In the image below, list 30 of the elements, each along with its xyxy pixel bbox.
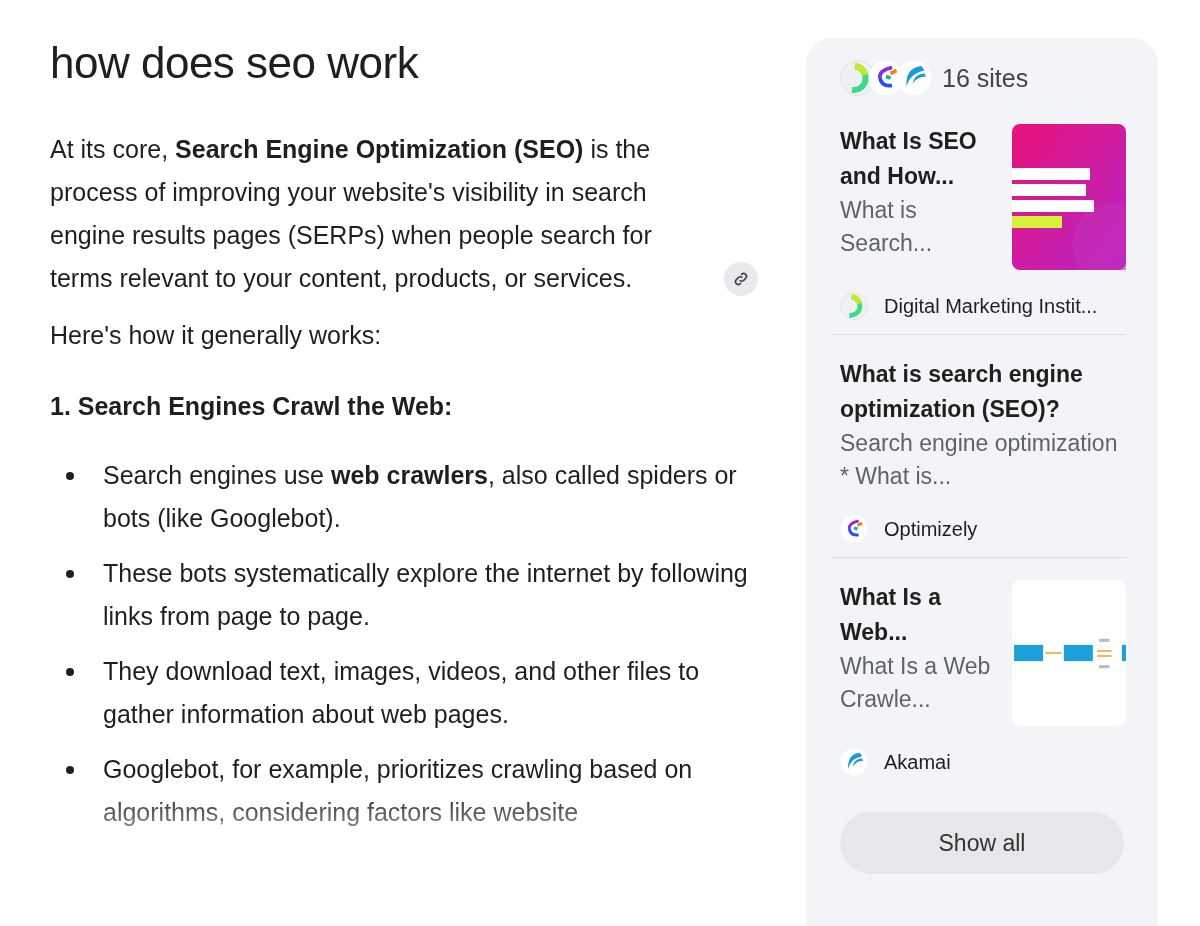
bullet-dot-icon xyxy=(66,570,74,578)
source-site-name: Akamai xyxy=(884,750,951,774)
source-snippet: What Is a Web Crawle... xyxy=(840,652,992,714)
source-snippet: Search engine optimization * What is... xyxy=(840,429,1119,491)
source-card[interactable]: What Is a Web... What Is a Web Crawle... Akamai xyxy=(832,580,1126,790)
bullet-text: They download text, images, videos, and other files to gather information about web pages. xyxy=(103,656,701,730)
section-heading: 1. Search Engines Crawl the Web: xyxy=(50,391,454,422)
swirl-logo-icon xyxy=(840,515,868,543)
bullet-text: Googlebot, for example, prioritizes crawling based on algorithms, considering factors like website xyxy=(103,754,694,828)
source-site-name: Optimizely xyxy=(884,517,978,541)
bullet-dot-icon xyxy=(66,766,74,774)
search-query-heading: how does seo work xyxy=(50,38,420,88)
source-site-name: Digital Marketing Instit... xyxy=(884,294,1098,318)
source-snippet: What is Search... xyxy=(840,196,934,258)
lead-text: Here's how it generally works: xyxy=(50,320,383,351)
bullet-dot-icon xyxy=(66,668,74,676)
source-card[interactable]: What Is SEO and How... What is Search... Digital Marketing Instit... xyxy=(832,124,1126,335)
bullet-dot-icon xyxy=(66,472,74,480)
source-title: What Is a Web... xyxy=(840,583,943,647)
source-title: What Is SEO and How... xyxy=(840,127,978,191)
wave-logo-icon xyxy=(840,748,868,776)
sites-count: 16 sites xyxy=(942,63,1029,93)
source-title: What is search engine optimization (SEO)? xyxy=(840,360,1084,424)
bullet-text: Search engines use web crawlers, also called spiders or bots (like Googlebot). xyxy=(103,460,738,534)
bullet-text: These bots systematically explore the internet by following links from page to page. xyxy=(103,558,749,632)
intro-paragraph: At its core, Search Engine Optimization (SEO) is the process of improving your website's visibility in search engine results pages (SERPs) when people search for terms relevant to your content, products, or services. xyxy=(50,134,653,294)
show-all-button[interactable]: Show all xyxy=(840,812,1124,874)
source-card[interactable]: What is search engine optimization (SEO)? Search engine optimization * What is... Optimizely xyxy=(832,357,1126,558)
link-icon[interactable] xyxy=(724,262,758,296)
ring-logo-icon xyxy=(840,292,868,320)
